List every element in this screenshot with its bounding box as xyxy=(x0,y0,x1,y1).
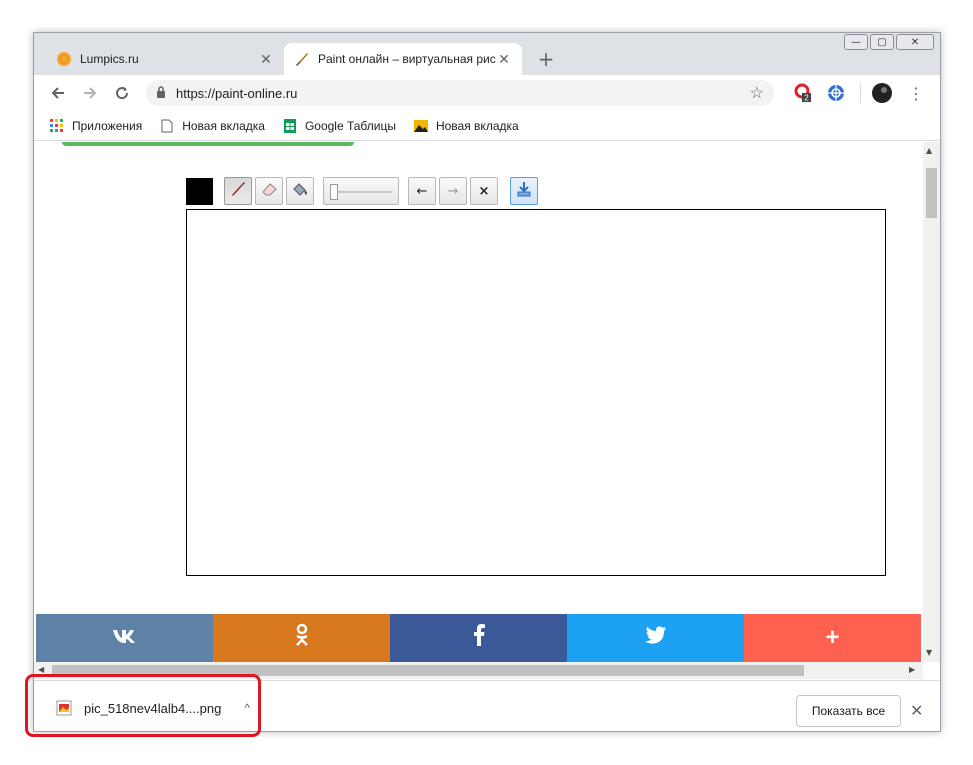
paint-bucket-icon xyxy=(291,181,309,201)
download-icon xyxy=(516,181,532,201)
orange-circle-icon xyxy=(56,51,72,67)
green-accent-strip xyxy=(62,142,354,146)
paintbrush-icon xyxy=(294,51,310,67)
image-icon xyxy=(413,119,428,133)
vk-icon xyxy=(112,628,138,649)
opera-extension-icon[interactable]: 2 xyxy=(794,83,814,103)
share-ok-button[interactable] xyxy=(213,614,390,662)
brush-icon xyxy=(230,181,246,201)
bookmark-apps[interactable]: Приложения xyxy=(50,118,143,133)
title-bar: — ▢ ✕ Lumpics.ru ✕ Paint онлайн – виртуа… xyxy=(34,33,940,75)
vertical-scroll-thumb[interactable] xyxy=(926,168,937,218)
scroll-up-icon[interactable]: ▲ xyxy=(926,146,932,155)
url-text: https://paint-online.ru xyxy=(176,85,298,101)
highlight-annotation xyxy=(25,674,261,737)
slider-knob[interactable] xyxy=(330,184,338,200)
share-more-button[interactable]: + xyxy=(744,614,921,662)
scroll-down-icon[interactable]: ▼ xyxy=(926,648,932,657)
share-vk-button[interactable] xyxy=(36,614,213,662)
maximize-button[interactable]: ▢ xyxy=(870,34,894,50)
forward-icon[interactable] xyxy=(78,81,102,105)
apps-grid-icon xyxy=(50,118,64,133)
tab-title: Lumpics.ru xyxy=(80,52,139,66)
page-viewport: ← → × + ▲ ▼ ◀ ▶ xyxy=(34,142,940,680)
vpn-extension-icon[interactable] xyxy=(826,83,846,103)
color-swatch[interactable] xyxy=(186,177,213,205)
bookmark-new-tab-2[interactable]: Новая вкладка xyxy=(413,118,519,133)
menu-dots-icon[interactable]: ⋮ xyxy=(906,83,926,103)
slider-track xyxy=(332,191,392,193)
bookmark-label: Новая вкладка xyxy=(182,118,265,133)
back-icon[interactable] xyxy=(46,81,70,105)
fill-tool-button[interactable] xyxy=(286,177,314,205)
show-all-button[interactable]: Показать все xyxy=(796,695,901,727)
undo-button[interactable]: ← xyxy=(408,177,436,205)
reload-icon[interactable] xyxy=(110,81,134,105)
star-icon[interactable]: ☆ xyxy=(750,83,764,103)
eraser-icon xyxy=(260,181,278,201)
close-download-bar-icon[interactable]: ✕ xyxy=(910,701,923,720)
minimize-button[interactable]: — xyxy=(844,34,868,50)
bookmark-label: Приложения xyxy=(72,118,143,133)
new-tab-button[interactable]: + xyxy=(534,47,558,71)
brush-size-slider[interactable] xyxy=(323,177,399,205)
save-button[interactable] xyxy=(510,177,538,205)
vertical-scrollbar[interactable]: ▲ ▼ xyxy=(923,142,940,662)
tab-lumpics[interactable]: Lumpics.ru ✕ xyxy=(46,43,284,75)
bookmark-google-sheets[interactable]: Google Таблицы xyxy=(283,118,396,133)
share-twitter-button[interactable] xyxy=(567,614,744,662)
window-controls: — ▢ ✕ xyxy=(844,34,934,50)
eraser-tool-button[interactable] xyxy=(255,177,283,205)
clear-button[interactable]: × xyxy=(470,177,498,205)
close-tab-icon[interactable]: ✕ xyxy=(496,51,512,68)
sheets-icon xyxy=(283,118,297,133)
lock-icon xyxy=(156,85,166,101)
twitter-icon xyxy=(644,626,667,650)
extension-badge: 2 xyxy=(804,94,809,103)
bookmark-new-tab-1[interactable]: Новая вкладка xyxy=(160,119,265,133)
brush-tool-button[interactable] xyxy=(224,177,252,205)
browser-toolbar: https://paint-online.ru ☆ 2 ⋮ xyxy=(34,75,940,111)
avatar[interactable] xyxy=(872,83,892,103)
social-share-bar: + xyxy=(36,614,921,662)
close-tab-icon[interactable]: ✕ xyxy=(258,51,274,68)
share-facebook-button[interactable] xyxy=(390,614,567,662)
tab-paint-online[interactable]: Paint онлайн – виртуальная рис ✕ xyxy=(284,43,522,75)
address-bar[interactable]: https://paint-online.ru ☆ xyxy=(146,80,774,106)
page-icon xyxy=(160,119,174,133)
scroll-right-icon[interactable]: ▶ xyxy=(909,665,915,674)
close-window-button[interactable]: ✕ xyxy=(896,34,934,50)
tab-title: Paint онлайн – виртуальная рис xyxy=(318,52,496,66)
drawing-canvas[interactable] xyxy=(186,209,886,576)
bookmark-label: Google Таблицы xyxy=(304,118,396,133)
facebook-icon xyxy=(473,624,485,652)
scroll-left-icon[interactable]: ◀ xyxy=(38,665,44,674)
paint-toolbar: ← → × xyxy=(186,177,538,205)
browser-window: — ▢ ✕ Lumpics.ru ✕ Paint онлайн – виртуа… xyxy=(33,32,941,732)
toolbar-divider xyxy=(860,83,861,103)
redo-button[interactable]: → xyxy=(439,177,467,205)
bookmark-label: Новая вкладка xyxy=(435,118,519,133)
bookmarks-bar: Приложения Новая вкладка Google Таблицы … xyxy=(34,111,940,141)
odnoklassniki-icon xyxy=(294,623,310,653)
